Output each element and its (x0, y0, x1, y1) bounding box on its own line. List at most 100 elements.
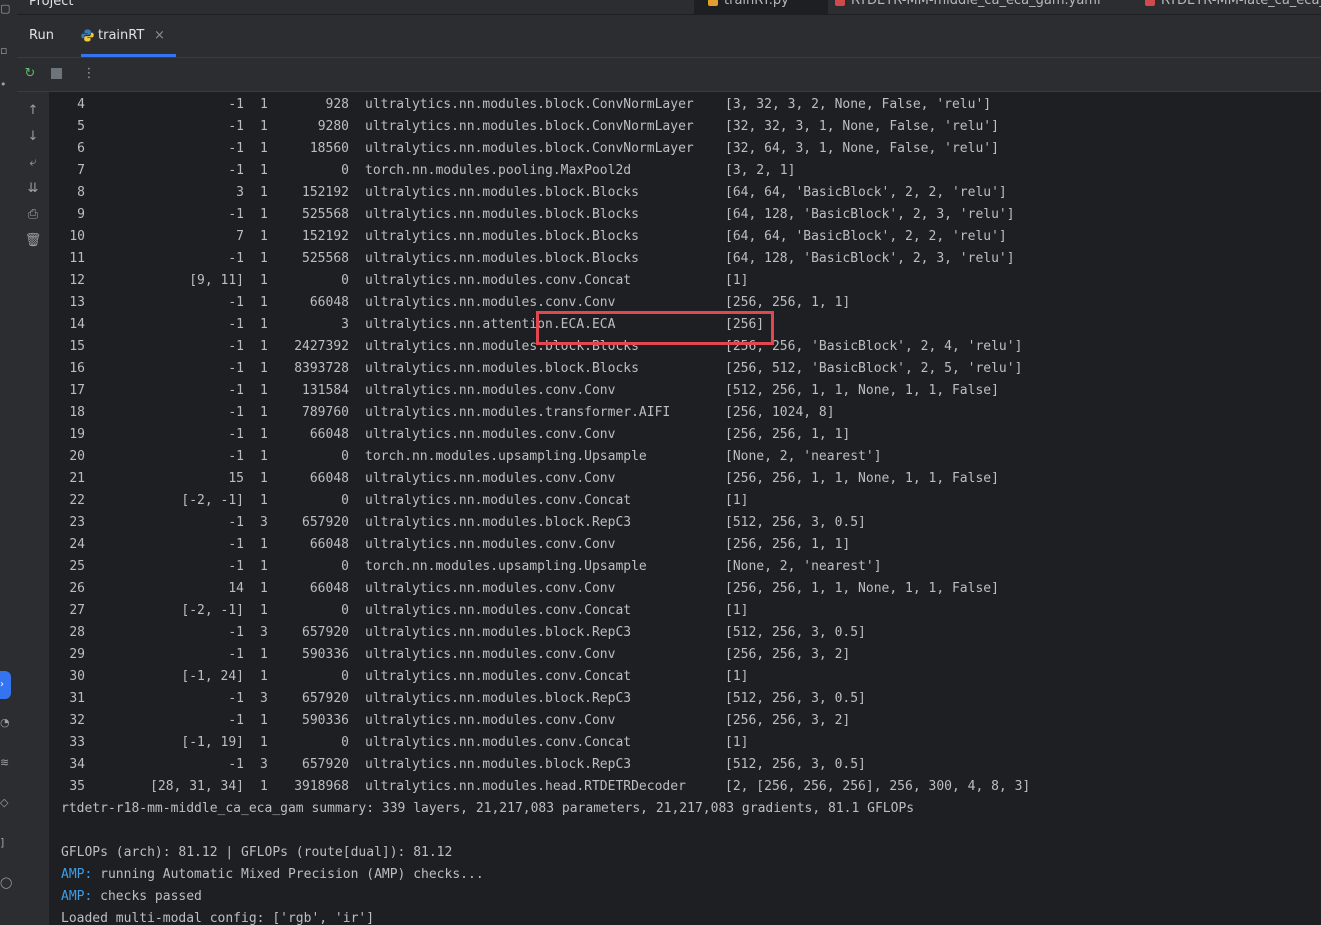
layer-repeats: 1 (260, 581, 268, 596)
layer-module: ultralytics.nn.modules.conv.Conv (365, 471, 616, 486)
services-icon[interactable]: ◔ (0, 716, 14, 729)
layer-index: 31 (69, 691, 85, 706)
layer-params: 2427392 (294, 339, 349, 354)
run-toolbar: ↻ ⋮ (17, 58, 1321, 92)
layer-params: 66048 (309, 471, 349, 486)
layer-from: -1 (228, 207, 244, 222)
layer-params: 66048 (309, 295, 349, 310)
layer-index: 30 (69, 669, 85, 684)
layer-module: ultralytics.nn.modules.block.Blocks (365, 229, 639, 244)
layer-module: ultralytics.nn.modules.block.RepC3 (365, 515, 632, 530)
layer-args: [3, 32, 3, 2, None, False, 'relu'] (725, 97, 992, 112)
layer-args: [256, 512, 'BasicBlock', 2, 5, 'relu'] (725, 361, 1023, 376)
layer-repeats: 1 (260, 207, 268, 222)
layer-repeats: 1 (260, 317, 268, 332)
layer-args: [1] (725, 669, 749, 684)
project-icon[interactable]: ▢ (0, 2, 14, 15)
layer-module: ultralytics.nn.modules.block.ConvNormLay… (365, 141, 694, 156)
layers-icon[interactable]: ≋ (0, 756, 14, 769)
layer-index: 29 (69, 647, 85, 662)
layer-args: [64, 128, 'BasicBlock', 2, 3, 'relu'] (725, 207, 1015, 222)
layer-from: -1 (228, 295, 244, 310)
config-line: Loaded multi-modal config: ['rgb', 'ir'] (61, 911, 375, 925)
layer-from: -1 (228, 119, 244, 134)
layer-row: 24 -1 1 66048 ultralytics.nn.modules.conv.Co… (49, 534, 1321, 556)
arrow-down-icon[interactable]: ↓ (23, 127, 43, 147)
layer-repeats: 3 (260, 625, 268, 640)
problems-icon[interactable]: ◇ (0, 796, 14, 809)
editor-tab-late-yaml[interactable]: RTDETR-MM-late_ca_eca_gam.yaml (1145, 0, 1321, 14)
layer-row: 23 -1 3 657920 ultralytics.nn.modules.block.… (49, 512, 1321, 534)
layer-repeats: 1 (260, 141, 268, 156)
run-tab-trainrt[interactable]: trainRT × (81, 15, 177, 57)
left-tool-strip: ▢ ▫ • › ◔ ≋ ◇ ] ◯ (0, 0, 18, 925)
layer-params: 0 (341, 449, 349, 464)
run-tool-icon[interactable]: › (0, 671, 11, 699)
project-label[interactable]: Project (29, 0, 73, 9)
layer-index: 5 (77, 119, 85, 134)
stop-icon[interactable] (46, 64, 66, 84)
layer-module: ultralytics.nn.modules.conv.Conv (365, 647, 616, 662)
layer-row: 28 -1 3 657920 ultralytics.nn.modules.block.… (49, 622, 1321, 644)
layer-args: [512, 256, 3, 0.5] (725, 625, 866, 640)
terminal-icon[interactable]: ] (0, 836, 14, 849)
console-output[interactable]: 4 -1 1 928 ultralytics.nn.modules.block.Conv… (49, 92, 1321, 925)
git-icon[interactable]: ◯ (0, 876, 14, 889)
layer-from: -1 (228, 713, 244, 728)
layer-module: ultralytics.nn.modules.block.Blocks (365, 185, 639, 200)
editor-tab-bar: Project trainRT.py RTDETR-MM-middle_ca_e… (17, 0, 1321, 15)
layer-repeats: 1 (260, 427, 268, 442)
layer-args: [64, 64, 'BasicBlock', 2, 2, 'relu'] (725, 229, 1007, 244)
layer-repeats: 1 (260, 119, 268, 134)
layer-args: [256, 256, 3, 2] (725, 713, 851, 728)
layer-args: [256, 256, 1, 1] (725, 427, 851, 442)
layer-index: 19 (69, 427, 85, 442)
layer-params: 657920 (302, 515, 349, 530)
layer-args: [64, 128, 'BasicBlock', 2, 3, 'relu'] (725, 251, 1015, 266)
structure-icon[interactable]: ▫ (0, 44, 14, 57)
rerun-icon[interactable]: ↻ (20, 64, 40, 84)
yaml-file-icon (835, 0, 845, 6)
layer-args: [512, 256, 3, 0.5] (725, 515, 866, 530)
layer-repeats: 1 (260, 361, 268, 376)
layer-repeats: 1 (260, 295, 268, 310)
soft-wrap-icon[interactable]: ⤶ (23, 153, 43, 173)
arrow-up-icon[interactable]: ↑ (23, 101, 43, 121)
python-icon (81, 29, 94, 42)
trash-icon[interactable]: 🗑 (23, 231, 43, 251)
layer-repeats: 3 (260, 515, 268, 530)
layer-from: [-2, -1] (181, 493, 244, 508)
layer-index: 32 (69, 713, 85, 728)
layer-row: 35 [28, 31, 34] 1 3918968 ultralytics.nn.mod… (49, 776, 1321, 798)
layer-module: ultralytics.nn.modules.block.Blocks (365, 361, 639, 376)
layer-index: 27 (69, 603, 85, 618)
close-icon[interactable]: × (154, 28, 165, 43)
layer-row: 9 -1 1 525568 ultralytics.nn.modules.block.B… (49, 204, 1321, 226)
layer-repeats: 1 (260, 449, 268, 464)
layer-params: 0 (341, 163, 349, 178)
layer-module: ultralytics.nn.modules.block.RepC3 (365, 691, 632, 706)
layer-from: -1 (228, 405, 244, 420)
layer-row: 11 -1 1 525568 ultralytics.nn.modules.block.… (49, 248, 1321, 270)
dot-icon[interactable]: • (0, 78, 14, 91)
layer-params: 8393728 (294, 361, 349, 376)
scroll-to-end-icon[interactable]: ⇊ (23, 179, 43, 199)
print-icon[interactable]: ⎙ (23, 205, 43, 225)
layer-index: 12 (69, 273, 85, 288)
editor-tab-middle-yaml[interactable]: RTDETR-MM-middle_ca_eca_gam.yaml (835, 0, 1125, 14)
layer-args: [1] (725, 735, 749, 750)
layer-module: ultralytics.nn.modules.conv.Concat (365, 735, 632, 750)
layer-repeats: 1 (260, 537, 268, 552)
layer-from: -1 (228, 317, 244, 332)
layer-repeats: 1 (260, 735, 268, 750)
layer-from: 7 (236, 229, 244, 244)
editor-tab-trainrt[interactable]: trainRT.py (694, 0, 828, 14)
layer-row: 6 -1 1 18560 ultralytics.nn.modules.block.Co… (49, 138, 1321, 160)
layer-row: 31 -1 3 657920 ultralytics.nn.modules.block.… (49, 688, 1321, 710)
layer-row: 33 [-1, 19] 1 0 ultralytics.nn.modules.conv.… (49, 732, 1321, 754)
layer-module: ultralytics.nn.modules.conv.Concat (365, 273, 632, 288)
layer-from: 3 (236, 185, 244, 200)
more-vertical-icon[interactable]: ⋮ (79, 64, 99, 84)
layer-from: [28, 31, 34] (150, 779, 244, 794)
layer-params: 66048 (309, 537, 349, 552)
